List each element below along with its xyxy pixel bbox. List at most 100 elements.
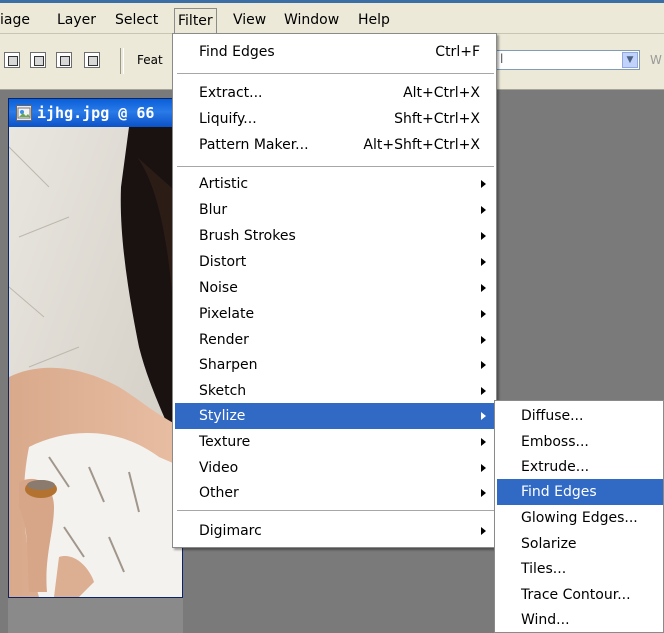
submenu-arrow-icon bbox=[481, 438, 486, 446]
submenu-arrow-icon bbox=[481, 336, 486, 344]
menu-item-find-edges-last[interactable]: Find Edges Ctrl+F bbox=[175, 39, 494, 65]
menu-item-label: Other bbox=[199, 485, 239, 501]
submenu-arrow-icon bbox=[481, 284, 486, 292]
submenu-item-tiles[interactable]: Tiles... bbox=[497, 556, 663, 582]
menu-item-label: Stylize bbox=[199, 408, 246, 424]
menu-image[interactable]: iage bbox=[0, 10, 30, 30]
photo-canvas[interactable] bbox=[9, 127, 182, 597]
menu-item-pixelate[interactable]: Pixelate bbox=[175, 301, 494, 327]
menu-item-label: Noise bbox=[199, 280, 238, 296]
menu-item-pattern-maker[interactable]: Pattern Maker... Alt+Shft+Ctrl+X bbox=[175, 132, 494, 158]
menu-item-digimarc[interactable]: Digimarc bbox=[175, 518, 494, 544]
menu-item-liquify[interactable]: Liquify... Shft+Ctrl+X bbox=[175, 106, 494, 132]
chevron-down-icon[interactable]: ▼ bbox=[622, 52, 638, 68]
submenu-arrow-icon bbox=[481, 527, 486, 535]
menu-item-texture[interactable]: Texture bbox=[175, 429, 494, 455]
submenu-item-solarize[interactable]: Solarize bbox=[497, 531, 663, 557]
style-dropdown[interactable]: l ▼ bbox=[496, 50, 640, 70]
menu-item-render[interactable]: Render bbox=[175, 327, 494, 353]
submenu-arrow-icon bbox=[481, 361, 486, 369]
feather-label: Feat bbox=[137, 53, 163, 67]
submenu-item-diffuse[interactable]: Diffuse... bbox=[497, 403, 663, 429]
document-icon bbox=[16, 105, 32, 121]
menu-item-blur[interactable]: Blur bbox=[175, 197, 494, 223]
intersect-selection-button[interactable] bbox=[84, 52, 100, 68]
menu-item-label: Diffuse... bbox=[521, 408, 584, 424]
menu-item-video[interactable]: Video bbox=[175, 455, 494, 481]
submenu-item-emboss[interactable]: Emboss... bbox=[497, 429, 663, 455]
toolbar-divider bbox=[120, 48, 124, 74]
submenu-arrow-icon bbox=[481, 310, 486, 318]
submenu-arrow-icon bbox=[481, 232, 486, 240]
style-dropdown-value: l bbox=[500, 52, 504, 66]
menu-item-stylize[interactable]: Stylize bbox=[175, 403, 494, 429]
menu-help[interactable]: Help bbox=[358, 10, 390, 30]
menu-select[interactable]: Select bbox=[115, 10, 158, 30]
menu-item-other[interactable]: Other bbox=[175, 480, 494, 506]
submenu-item-find-edges[interactable]: Find Edges bbox=[497, 479, 663, 505]
menu-item-label: Sharpen bbox=[199, 357, 258, 373]
filter-menu: Find Edges Ctrl+F Extract... Alt+Ctrl+X … bbox=[172, 33, 497, 548]
menu-item-shortcut: Ctrl+F bbox=[435, 44, 480, 60]
menu-item-label: Liquify... bbox=[199, 111, 257, 127]
photo-image bbox=[9, 127, 182, 597]
stylize-submenu: Diffuse... Emboss... Extrude... Find Edg… bbox=[494, 400, 664, 633]
submenu-item-wind[interactable]: Wind... bbox=[497, 607, 663, 633]
menu-item-shortcut: Alt+Ctrl+X bbox=[403, 85, 480, 101]
width-label: W bbox=[650, 53, 662, 67]
add-to-selection-button[interactable] bbox=[30, 52, 46, 68]
submenu-item-glowing-edges[interactable]: Glowing Edges... bbox=[497, 505, 663, 531]
menu-window[interactable]: Window bbox=[284, 10, 339, 30]
subtract-from-selection-button[interactable] bbox=[56, 52, 72, 68]
menu-item-label: Extrude... bbox=[521, 459, 590, 475]
menu-item-label: Brush Strokes bbox=[199, 228, 296, 244]
menu-view[interactable]: View bbox=[233, 10, 266, 30]
subtract-selection-icon bbox=[60, 56, 70, 66]
menu-layer[interactable]: Layer bbox=[57, 10, 96, 30]
menu-item-label: Trace Contour... bbox=[521, 587, 631, 603]
menu-item-label: Tiles... bbox=[521, 561, 567, 577]
submenu-arrow-icon bbox=[481, 180, 486, 188]
menu-item-label: Texture bbox=[199, 434, 251, 450]
menu-item-label: Video bbox=[199, 460, 239, 476]
menu-filter[interactable]: Filter bbox=[174, 8, 217, 33]
submenu-item-extrude[interactable]: Extrude... bbox=[497, 454, 663, 480]
menu-separator bbox=[177, 510, 494, 511]
document-title-bar[interactable]: ijhg.jpg @ 66 bbox=[9, 99, 182, 127]
menu-item-label: Distort bbox=[199, 254, 247, 270]
new-selection-button[interactable] bbox=[4, 52, 20, 68]
workspace-area bbox=[8, 598, 183, 633]
menu-item-noise[interactable]: Noise bbox=[175, 275, 494, 301]
menu-item-shortcut: Alt+Shft+Ctrl+X bbox=[363, 137, 480, 153]
submenu-arrow-icon bbox=[481, 464, 486, 472]
submenu-item-trace-contour[interactable]: Trace Contour... bbox=[497, 582, 663, 608]
menu-separator bbox=[177, 166, 494, 167]
menu-item-label: Solarize bbox=[521, 536, 577, 552]
menu-item-label: Pattern Maker... bbox=[199, 137, 309, 153]
submenu-arrow-icon bbox=[481, 489, 486, 497]
submenu-arrow-icon bbox=[481, 387, 486, 395]
menu-item-label: Find Edges bbox=[199, 44, 275, 60]
menu-separator bbox=[177, 73, 494, 74]
menu-item-label: Wind... bbox=[521, 612, 570, 628]
menu-item-label: Digimarc bbox=[199, 523, 262, 539]
menu-item-sharpen[interactable]: Sharpen bbox=[175, 352, 494, 378]
window-top-strip bbox=[0, 0, 664, 3]
menu-item-artistic[interactable]: Artistic bbox=[175, 171, 494, 197]
submenu-arrow-icon bbox=[481, 206, 486, 214]
submenu-arrow-icon bbox=[481, 258, 486, 266]
menu-item-extract[interactable]: Extract... Alt+Ctrl+X bbox=[175, 80, 494, 106]
menu-item-label: Blur bbox=[199, 202, 228, 218]
menu-item-distort[interactable]: Distort bbox=[175, 249, 494, 275]
add-selection-icon bbox=[34, 56, 44, 66]
menu-item-label: Render bbox=[199, 332, 249, 348]
menu-item-label: Extract... bbox=[199, 85, 263, 101]
menu-item-brush-strokes[interactable]: Brush Strokes bbox=[175, 223, 494, 249]
menu-item-label: Emboss... bbox=[521, 434, 589, 450]
new-selection-icon bbox=[8, 56, 18, 66]
menu-item-label: Find Edges bbox=[521, 484, 597, 500]
menu-item-sketch[interactable]: Sketch bbox=[175, 378, 494, 404]
intersect-selection-icon bbox=[88, 56, 98, 66]
document-title: ijhg.jpg @ 66 bbox=[37, 104, 155, 122]
menu-item-label: Sketch bbox=[199, 383, 247, 399]
